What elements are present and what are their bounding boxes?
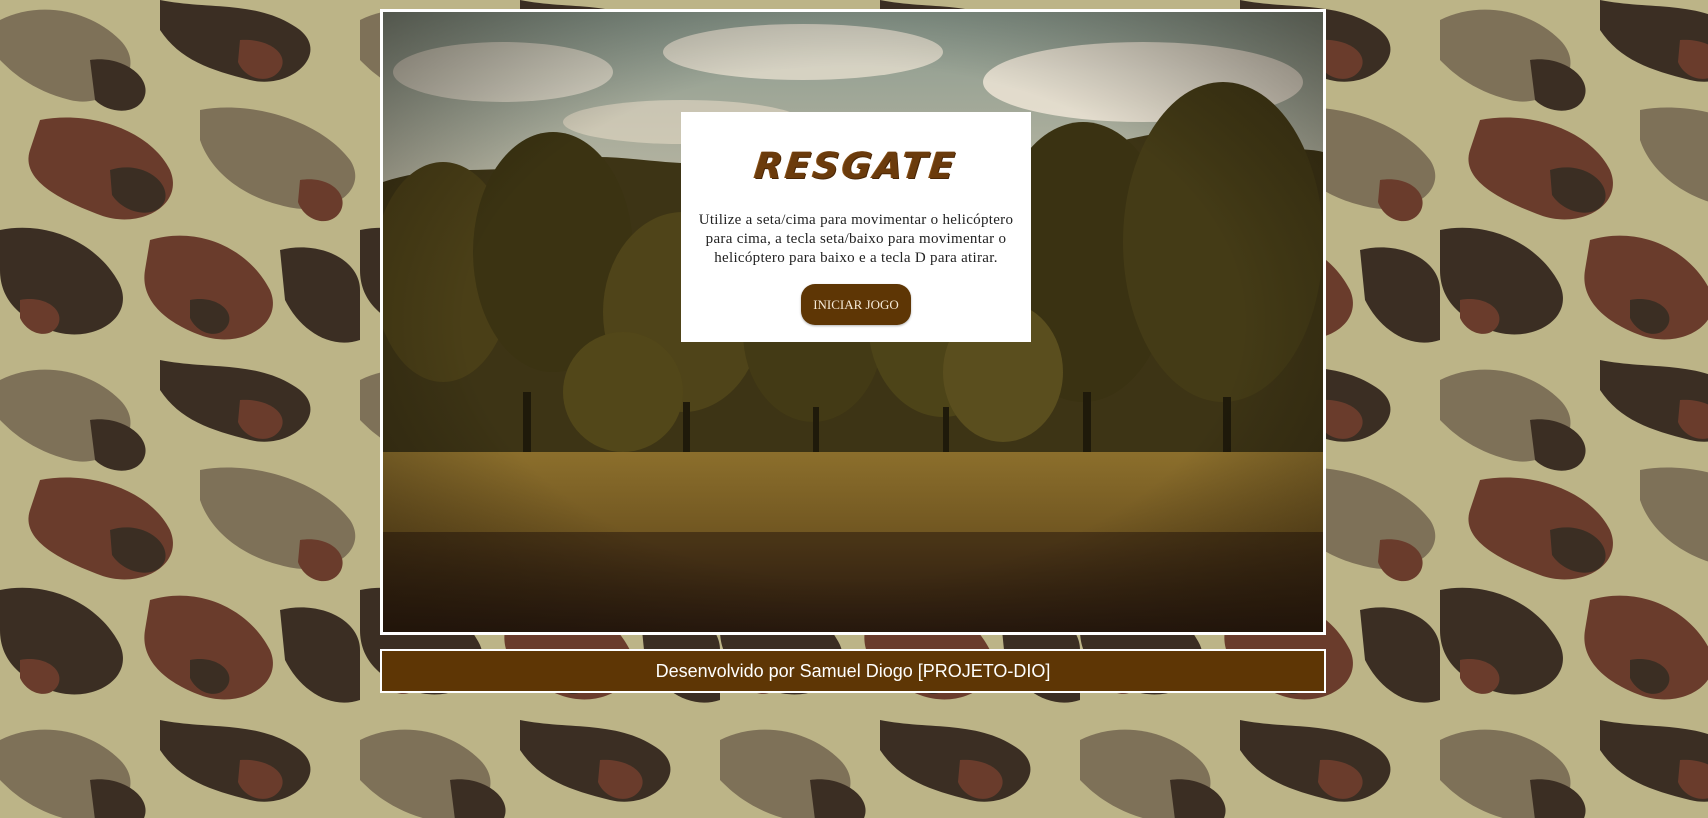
- game-area: RESGATE Utilize a seta/cima para movimen…: [380, 9, 1326, 635]
- start-game-button[interactable]: INICIAR JOGO: [801, 284, 911, 325]
- game-title: RESGATE: [752, 146, 960, 187]
- footer-credit: Desenvolvido por Samuel Diogo [PROJETO-D…: [380, 649, 1326, 693]
- game-instructions: Utilize a seta/cima para movimentar o he…: [698, 212, 1014, 266]
- start-dialog: RESGATE Utilize a seta/cima para movimen…: [681, 112, 1031, 342]
